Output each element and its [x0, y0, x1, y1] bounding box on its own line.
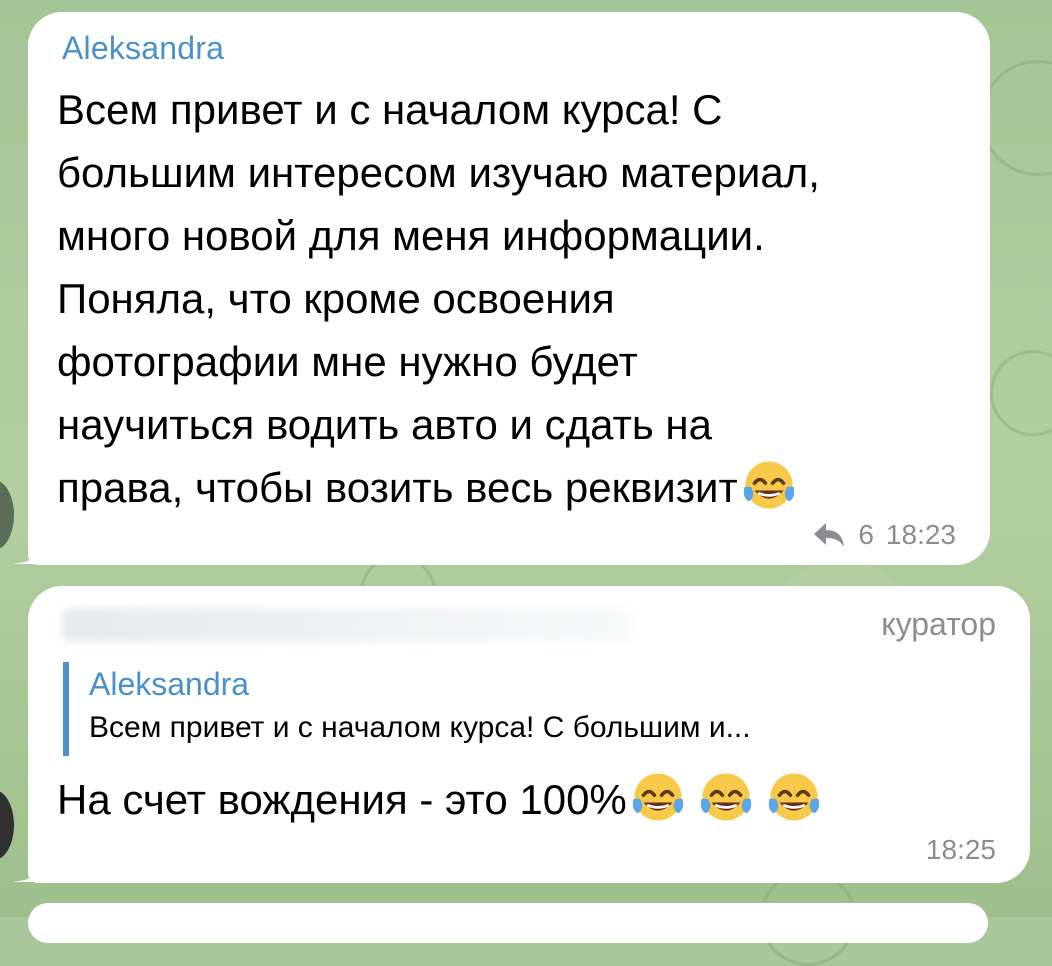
- blurred-sender-name: [62, 608, 632, 642]
- message-body: На счет вождения - это 100%: [57, 776, 627, 823]
- role-badge: куратор: [881, 606, 996, 642]
- sender-name[interactable]: Aleksandra: [62, 30, 224, 67]
- reply-sender-name: Aleksandra: [89, 666, 250, 702]
- face-with-tears-of-joy-icon: [632, 773, 683, 821]
- reply-arrow-icon[interactable]: [812, 521, 846, 549]
- message-meta: 6 18:23: [812, 519, 956, 551]
- message-bubble-partial[interactable]: [28, 903, 988, 943]
- reply-preview-text: Всем привет и с началом курса! С большим…: [89, 711, 751, 744]
- message-text: Всем привет и с началом курса! С большим…: [57, 78, 967, 519]
- reply-count[interactable]: 6: [858, 519, 874, 551]
- message-body: Всем привет и с началом курса! С большим…: [57, 86, 820, 511]
- face-with-tears-of-joy-icon: [743, 461, 794, 509]
- reply-quote[interactable]: Aleksandra Всем привет и с началом курса…: [63, 662, 998, 756]
- message-time: 18:25: [925, 834, 996, 865]
- face-with-tears-of-joy-icon: [768, 773, 819, 821]
- message-time: 18:23: [885, 519, 956, 550]
- message-bubble[interactable]: Aleksandra Всем привет и с началом курса…: [28, 12, 990, 565]
- face-with-tears-of-joy-icon: [700, 773, 751, 821]
- message-bubble[interactable]: куратор Aleksandra Всем привет и с начал…: [28, 586, 1030, 883]
- message-text: На счет вождения - это 100%: [57, 768, 823, 830]
